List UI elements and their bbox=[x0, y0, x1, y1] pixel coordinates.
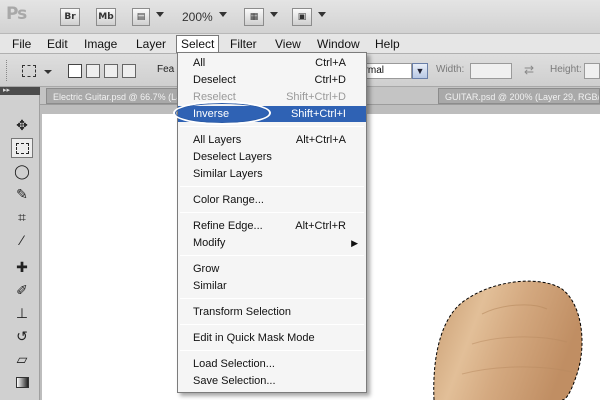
menu-layer[interactable]: Layer bbox=[132, 36, 170, 52]
menu-item-color-range[interactable]: Color Range... bbox=[178, 192, 366, 208]
menu-item-all[interactable]: All Ctrl+A bbox=[178, 55, 366, 71]
tools-panel: ▸▸ ✥ ◯ ✎ ⌗ ⁄ ✚ ✐ ⊥ ↺ ▱ bbox=[0, 87, 40, 400]
height-input[interactable] bbox=[584, 63, 600, 79]
menu-item-similar-layers[interactable]: Similar Layers bbox=[178, 166, 366, 182]
menu-separator bbox=[180, 212, 364, 213]
item-label: Similar Layers bbox=[193, 168, 263, 180]
gradient-tool-icon[interactable] bbox=[11, 372, 33, 392]
eyedropper-tool-icon[interactable]: ⁄ bbox=[11, 230, 33, 250]
item-label: Deselect Layers bbox=[193, 151, 272, 163]
chevron-down-icon[interactable] bbox=[270, 12, 278, 17]
menu-file[interactable]: File bbox=[8, 36, 35, 52]
item-shortcut: Shift+Ctrl+D bbox=[286, 91, 346, 103]
menu-separator bbox=[180, 255, 364, 256]
item-label: Inverse bbox=[193, 108, 230, 120]
chevron-down-icon[interactable] bbox=[318, 12, 326, 17]
item-label: Reselect bbox=[193, 91, 236, 103]
item-label: All bbox=[193, 57, 206, 69]
menu-help[interactable]: Help bbox=[371, 36, 404, 52]
marquee-preset-icon[interactable] bbox=[22, 65, 36, 77]
clone-stamp-tool-icon[interactable]: ⊥ bbox=[11, 303, 33, 323]
menu-item-transform-selection[interactable]: Transform Selection bbox=[178, 304, 366, 320]
item-shortcut: Shift+Ctrl+I bbox=[290, 108, 346, 120]
intersect-selection-icon[interactable] bbox=[122, 64, 136, 78]
zoom-level[interactable]: 200% bbox=[182, 10, 213, 24]
collapse-icon[interactable]: ▸▸ bbox=[0, 87, 40, 95]
select-menu-dropdown: All Ctrl+A Deselect Ctrl+D Reselect Shift+C… bbox=[177, 52, 367, 393]
menu-separator bbox=[180, 298, 364, 299]
menu-select[interactable]: Select bbox=[176, 35, 220, 53]
item-label: Modify bbox=[193, 237, 226, 249]
history-brush-tool-icon[interactable]: ↺ bbox=[11, 326, 33, 346]
menu-item-load-selection[interactable]: Load Selection... bbox=[178, 356, 366, 372]
swap-icon[interactable]: ⇄ bbox=[524, 63, 534, 77]
item-label: All Layers bbox=[193, 134, 242, 146]
menu-item-grow[interactable]: Grow bbox=[178, 261, 366, 277]
feather-label: Fea bbox=[157, 64, 175, 75]
move-tool-icon[interactable]: ✥ bbox=[11, 115, 33, 135]
extras-icon[interactable]: ▤ bbox=[132, 8, 150, 26]
tab-electric-guitar[interactable]: Electric Guitar.psd @ 66.7% (Layer 2, RG… bbox=[46, 88, 178, 104]
item-shortcut: Ctrl+A bbox=[315, 57, 346, 69]
menu-item-deselect-layers[interactable]: Deselect Layers bbox=[178, 149, 366, 165]
grip-handle[interactable] bbox=[6, 60, 8, 81]
chevron-down-icon[interactable] bbox=[44, 70, 52, 74]
arrange-documents-icon[interactable]: ▦ bbox=[244, 8, 264, 26]
menu-separator bbox=[180, 324, 364, 325]
width-label: Width: bbox=[436, 64, 465, 75]
application-bar: Ps Br Mb ▤ 200% ▦ ▣ bbox=[0, 0, 600, 34]
menu-item-all-layers[interactable]: All Layers Alt+Ctrl+A bbox=[178, 132, 366, 148]
item-shortcut: Alt+Ctrl+R bbox=[295, 220, 346, 232]
screen-mode-icon[interactable]: ▣ bbox=[292, 8, 312, 26]
item-label: Refine Edge... bbox=[193, 220, 263, 232]
item-label: Color Range... bbox=[193, 194, 264, 206]
submenu-arrow-icon: ▶ bbox=[351, 238, 358, 248]
tab-guitar[interactable]: GUITAR.psd @ 200% (Layer 29, RGB/8) bbox=[438, 88, 600, 104]
item-shortcut: Ctrl+D bbox=[314, 74, 346, 86]
menu-item-deselect[interactable]: Deselect Ctrl+D bbox=[178, 72, 366, 88]
item-label: Edit in Quick Mask Mode bbox=[193, 332, 315, 344]
lasso-tool-icon[interactable]: ◯ bbox=[11, 161, 33, 181]
menu-filter[interactable]: Filter bbox=[226, 36, 261, 52]
menu-view[interactable]: View bbox=[271, 36, 305, 52]
menu-item-refine-edge[interactable]: Refine Edge... Alt+Ctrl+R bbox=[178, 218, 366, 234]
menu-item-similar[interactable]: Similar bbox=[178, 278, 366, 294]
crop-tool-icon[interactable]: ⌗ bbox=[11, 207, 33, 227]
chevron-down-icon[interactable]: ▼ bbox=[412, 63, 428, 79]
menu-bar: File Edit Image Layer Select Filter View… bbox=[0, 34, 600, 54]
healing-brush-tool-icon[interactable]: ✚ bbox=[11, 257, 33, 277]
chevron-down-icon[interactable] bbox=[156, 12, 164, 17]
item-label: Similar bbox=[193, 280, 227, 292]
photoshop-logo: Ps bbox=[6, 4, 27, 24]
menu-separator bbox=[180, 186, 364, 187]
item-label: Deselect bbox=[193, 74, 236, 86]
quick-select-tool-icon[interactable]: ✎ bbox=[11, 184, 33, 204]
menu-item-modify[interactable]: Modify ▶ bbox=[178, 235, 366, 251]
menu-item-inverse[interactable]: Inverse Shift+Ctrl+I bbox=[178, 106, 366, 122]
menu-item-save-selection[interactable]: Save Selection... bbox=[178, 373, 366, 389]
width-input[interactable] bbox=[470, 63, 512, 79]
menu-window[interactable]: Window bbox=[313, 36, 364, 52]
item-label: Grow bbox=[193, 263, 220, 275]
menu-separator bbox=[180, 350, 364, 351]
item-shortcut: Alt+Ctrl+A bbox=[295, 134, 346, 146]
item-label: Transform Selection bbox=[193, 306, 292, 318]
eraser-tool-icon[interactable]: ▱ bbox=[11, 349, 33, 369]
add-to-selection-icon[interactable] bbox=[86, 64, 100, 78]
height-label: Height: bbox=[550, 64, 582, 75]
menu-image[interactable]: Image bbox=[80, 36, 121, 52]
menu-separator bbox=[180, 126, 364, 127]
new-selection-icon[interactable] bbox=[68, 64, 82, 78]
mini-bridge-button[interactable]: Mb bbox=[96, 8, 116, 26]
menu-item-reselect: Reselect Shift+Ctrl+D bbox=[178, 89, 366, 105]
chevron-down-icon[interactable] bbox=[219, 12, 227, 17]
item-label: Load Selection... bbox=[193, 358, 275, 370]
item-label: Save Selection... bbox=[193, 375, 276, 387]
subtract-from-selection-icon[interactable] bbox=[104, 64, 118, 78]
brush-tool-icon[interactable]: ✐ bbox=[11, 280, 33, 300]
marquee-tool-icon[interactable] bbox=[11, 138, 33, 158]
bridge-button[interactable]: Br bbox=[60, 8, 80, 26]
menu-edit[interactable]: Edit bbox=[43, 36, 72, 52]
menu-item-quick-mask[interactable]: Edit in Quick Mask Mode bbox=[178, 330, 366, 346]
